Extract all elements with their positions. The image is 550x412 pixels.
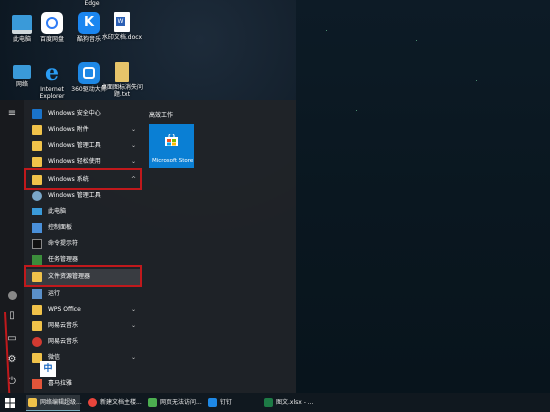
desktop-wallpaper xyxy=(296,0,550,393)
this-pc-icon xyxy=(32,208,42,215)
app-item-windows-security[interactable]: Windows 安全中心 xyxy=(24,106,142,122)
folder-icon xyxy=(32,321,42,331)
start-menu: ≡ ▯ ▭ ⚙ ⏻ Windows 安全中心 Windows 附件 ⌄ Wind… xyxy=(0,100,296,393)
app-folder-windows-accessories[interactable]: Windows 附件 ⌄ xyxy=(24,122,142,138)
chevron-down-icon: ⌄ xyxy=(130,126,136,133)
documents-icon[interactable]: ▯ xyxy=(6,310,18,322)
baidu-netdisk-icon xyxy=(41,12,63,34)
folder-icon xyxy=(32,125,42,135)
taskbar-item-browser[interactable]: 网页无法访问... xyxy=(146,395,202,410)
tiles-area: 高效工作 Microsoft Store xyxy=(146,100,296,393)
tiles-group-header: 高效工作 xyxy=(149,112,174,119)
app-folder-windows-admin-tools[interactable]: Windows 管理工具 ⌄ xyxy=(24,138,142,154)
task-manager-icon xyxy=(32,255,42,265)
app-item-control-panel[interactable]: 控制面板 xyxy=(24,220,142,236)
taskbar: 网络编辑超级... 新建文档主楼... 网页无法访问... 钉钉 图文.xlsx… xyxy=(0,393,550,412)
shopping-bag-icon xyxy=(165,134,178,146)
editor-icon xyxy=(28,398,37,407)
browser-icon xyxy=(148,398,157,407)
word-doc-icon: W xyxy=(114,12,130,32)
terminal-icon xyxy=(32,239,42,249)
windows-logo-icon xyxy=(5,398,15,408)
desktop-icon-word-doc[interactable]: W 水印文档.docx xyxy=(100,12,144,41)
chevron-down-icon: ⌄ xyxy=(130,354,136,361)
highlight-box-windows-system xyxy=(24,168,142,190)
app-item-this-pc[interactable]: 此电脑 xyxy=(24,204,142,220)
excel-icon xyxy=(264,398,273,407)
network-icon xyxy=(13,65,31,79)
hamburger-menu-icon[interactable]: ≡ xyxy=(6,108,18,120)
start-left-rail: ≡ ▯ ▭ ⚙ ⏻ xyxy=(0,100,24,393)
taskbar-item-editor[interactable]: 网络编辑超级... xyxy=(26,395,82,411)
taskbar-item-excel[interactable]: 图文.xlsx - ... xyxy=(262,395,316,410)
app-item-ximalaya[interactable]: 喜马拉雅 xyxy=(24,377,142,391)
app-folder-netease-music[interactable]: 网易云音乐 ⌄ xyxy=(24,318,142,334)
netease-music-icon xyxy=(32,337,42,347)
desktop-icon-edge[interactable]: Edge xyxy=(70,0,114,8)
chrome-icon xyxy=(88,398,97,407)
app-item-windows-admin-tools[interactable]: Windows 管理工具 xyxy=(24,188,142,204)
pictures-icon[interactable]: ▭ xyxy=(6,333,18,345)
taskbar-item-chrome[interactable]: 新建文档主楼... xyxy=(86,395,142,410)
app-item-run[interactable]: 运行 xyxy=(24,286,142,302)
this-pc-icon xyxy=(12,15,32,34)
admin-tools-icon xyxy=(32,191,42,201)
folder-icon xyxy=(32,305,42,315)
run-icon xyxy=(32,289,42,299)
shield-icon xyxy=(32,109,42,119)
microsoft-store-tile[interactable]: Microsoft Store xyxy=(149,124,194,168)
chevron-down-icon: ⌄ xyxy=(130,322,136,329)
folder-icon xyxy=(32,157,42,167)
app-list: Windows 安全中心 Windows 附件 ⌄ Windows 管理工具 ⌄… xyxy=(24,100,144,393)
dingtalk-icon xyxy=(208,398,217,407)
app-item-command-prompt[interactable]: 命令提示符 xyxy=(24,236,142,252)
text-file-icon xyxy=(115,62,129,82)
folder-icon xyxy=(32,141,42,151)
kugou-music-icon: K xyxy=(78,12,100,34)
highlight-box-file-explorer xyxy=(24,265,142,287)
ie-icon: e xyxy=(45,60,59,86)
taskbar-item-dingtalk[interactable]: 钉钉 xyxy=(206,395,246,410)
chevron-down-icon: ⌄ xyxy=(130,142,136,149)
chevron-down-icon: ⌄ xyxy=(130,306,136,313)
ime-indicator[interactable]: 中 xyxy=(40,361,56,377)
ximalaya-icon xyxy=(32,379,42,389)
app-item-netease-music[interactable]: 网易云音乐 xyxy=(24,334,142,350)
app-folder-wps-office[interactable]: WPS Office ⌄ xyxy=(24,302,142,318)
user-avatar-icon[interactable] xyxy=(6,290,18,302)
desktop-icon-text-file[interactable]: 桌面图标消失问题.txt xyxy=(100,62,144,98)
start-button[interactable] xyxy=(2,395,18,410)
control-panel-icon xyxy=(32,223,42,233)
driver-master-icon xyxy=(78,62,100,84)
